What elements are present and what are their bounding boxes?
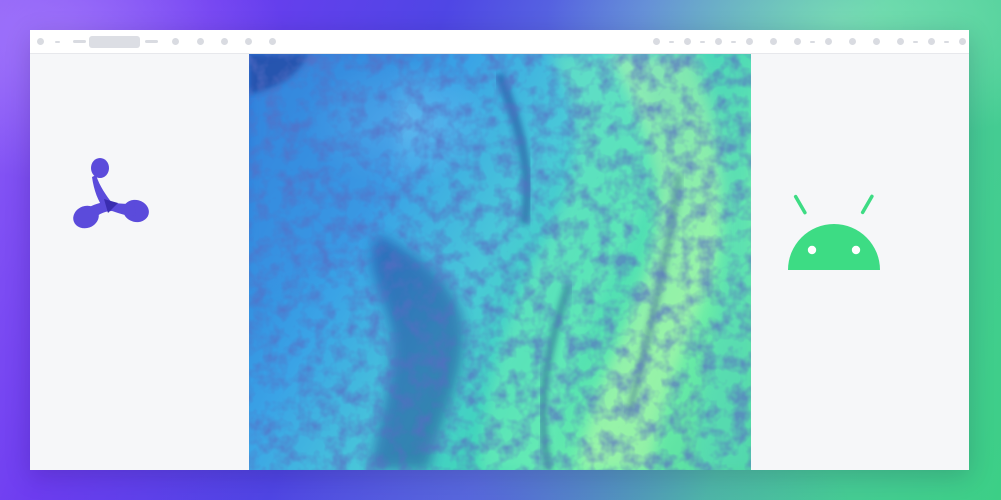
dot-icon[interactable]	[715, 38, 722, 45]
dot-icon[interactable]	[794, 38, 801, 45]
tick-icon[interactable]	[913, 40, 918, 43]
dot-icon[interactable]	[746, 38, 753, 45]
aerial-river-abstract-image	[249, 54, 751, 470]
dot-icon[interactable]	[269, 38, 276, 45]
dot-icon[interactable]	[653, 38, 660, 45]
dot-icon[interactable]	[873, 38, 880, 45]
dash-icon[interactable]	[145, 40, 158, 43]
dot-icon[interactable]	[684, 38, 691, 45]
toolbar-left-group	[37, 30, 276, 53]
dot-icon[interactable]	[221, 38, 228, 45]
tick-icon[interactable]	[55, 40, 60, 43]
dot-icon[interactable]	[172, 38, 179, 45]
dot-icon[interactable]	[245, 38, 252, 45]
pspdfkit-logo	[73, 158, 149, 229]
android-left-eye	[807, 245, 817, 255]
placeholder-pill[interactable]	[89, 35, 140, 48]
dot-icon[interactable]	[928, 38, 935, 45]
android-logo	[788, 194, 880, 270]
dot-icon[interactable]	[959, 38, 966, 45]
toolbar	[30, 30, 969, 54]
left-panel	[30, 54, 249, 470]
toolbar-right-group	[653, 30, 966, 53]
tick-icon[interactable]	[700, 40, 705, 43]
tick-icon[interactable]	[810, 40, 815, 43]
photo-texture	[249, 54, 751, 470]
dot-icon[interactable]	[770, 38, 777, 45]
dot-icon[interactable]	[897, 38, 904, 45]
tick-icon[interactable]	[731, 40, 736, 43]
tick-icon[interactable]	[669, 40, 674, 43]
dot-icon[interactable]	[197, 38, 204, 45]
dash-icon[interactable]	[73, 40, 86, 43]
android-right-eye	[851, 245, 861, 255]
dot-icon[interactable]	[825, 38, 832, 45]
dot-icon[interactable]	[37, 38, 44, 45]
dot-icon[interactable]	[849, 38, 856, 45]
tick-icon[interactable]	[944, 40, 949, 43]
